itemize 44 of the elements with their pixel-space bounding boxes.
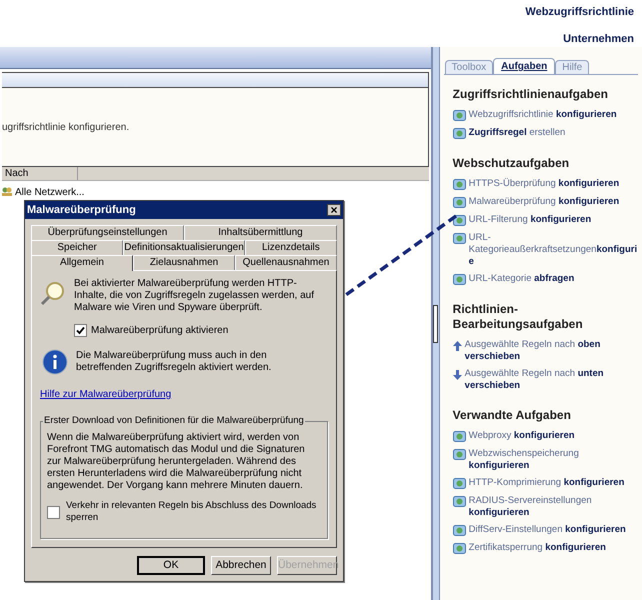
dialog-tab[interactable]: Allgemein [31, 255, 133, 271]
task-link[interactable]: Ausgewählte Regeln nach unten verschieben [464, 368, 638, 392]
help-link[interactable]: Hilfe zur Malwareüberprüfung [40, 389, 172, 401]
task-link[interactable]: HTTPS-Überprüfung konfigurieren [468, 178, 620, 190]
dialog-button[interactable]: OK [137, 556, 205, 575]
task-link[interactable]: Zertifikatsperrung konfigurieren [468, 542, 606, 554]
task-link[interactable]: RADIUS-Servereinstellungen konfigurieren [468, 495, 638, 519]
description-text: ugriffsrichtlinie konfigurieren. [2, 120, 130, 134]
task-tab[interactable]: Aufgaben [493, 58, 556, 74]
section-heading: Verwandte Aufgaben [452, 408, 572, 423]
section-heading: Webschutzaufgaben [452, 156, 570, 171]
group-text: Wenn die Malwareüberprüfung aktiviert wird, werden von Forefront TMG automatisch das Modul und die Signaturen zur Malwareüberprüfung heruntergeladen. Während des ersten Herunterladens wird die Malwareüberprüfung nicht angewendet. Der Vorgang kann mehrere Minuten dauern. [47, 432, 306, 492]
group-title: Erster Download von Definitionen für die Malwareüberprüfung [43, 415, 305, 427]
task-link[interactable]: Webproxy konfigurieren [468, 430, 575, 442]
task-link[interactable]: Webzugriffsrichtlinie konfigurieren [468, 109, 617, 121]
task-link[interactable]: URL-Filterung konfigurieren [468, 214, 592, 226]
task-link[interactable]: HTTP-Komprimierung konfigurieren [468, 477, 624, 489]
checkbox-label: Verkehr in relevanten Regeln bis Abschluss des Downloads sperren [66, 500, 318, 524]
task-link[interactable]: Malwareüberprüfung konfigurieren [468, 196, 620, 208]
checkbox-label: Malwareüberprüfung aktivieren [91, 324, 228, 336]
task-link[interactable]: Zugriffsregel erstellen [468, 127, 566, 139]
dialog-tab[interactable]: Definitionsaktualisierungen [123, 240, 245, 255]
column-header[interactable]: Nach [2, 167, 78, 180]
section-heading: Richtlinien-Bearbeitungsaufgaben [452, 302, 584, 332]
info-text: Die Malwareüberprüfung muss auch in den betreffenden Zugriffsregeln aktiviert werden. [76, 350, 272, 374]
task-link[interactable]: URL-Kategorieaußerkraftsetzungenkonfigurie [468, 232, 638, 268]
header-subtitle: Unternehmen [563, 32, 634, 46]
dialog-tab[interactable]: Inhaltsübermittlung [184, 225, 337, 240]
dialog-tab[interactable]: Überprüfungseinstellungen [31, 225, 184, 240]
dialog-tab[interactable]: Speicher [31, 240, 124, 255]
dialog-button[interactable]: Abbrechen [211, 556, 271, 575]
intro-text: Bei aktivierter Malwareüberprüfung werden HTTP-Inhalte, die von Zugriffsregeln zugelassen werden, auf Malware wie Viren und Spyware überprüft. [74, 278, 315, 314]
header-title: Webzugriffsrichtlinie [525, 5, 634, 20]
task-link[interactable]: URL-Kategorie abfragen [468, 273, 574, 285]
close-button[interactable]: × [327, 204, 341, 216]
task-link[interactable]: Ausgewählte Regeln nach oben verschieben [464, 339, 638, 363]
section-heading: Zugriffsrichtlinienaufgaben [452, 87, 609, 102]
dialog-tab[interactable]: Lizenzdetails [244, 240, 337, 255]
dialog-title: Malwareüberprüfung [27, 202, 136, 218]
task-link[interactable]: DiffServ-Einstellungen konfigurieren [468, 524, 626, 536]
dialog-tab[interactable]: Quellenausnahmen [235, 255, 337, 270]
dialog-tab[interactable]: Zielausnahmen [133, 255, 235, 270]
task-link[interactable]: Webzwischenspeicherung konfigurieren [468, 448, 638, 472]
table-cell-text: Alle Netzwerk... [15, 186, 84, 200]
